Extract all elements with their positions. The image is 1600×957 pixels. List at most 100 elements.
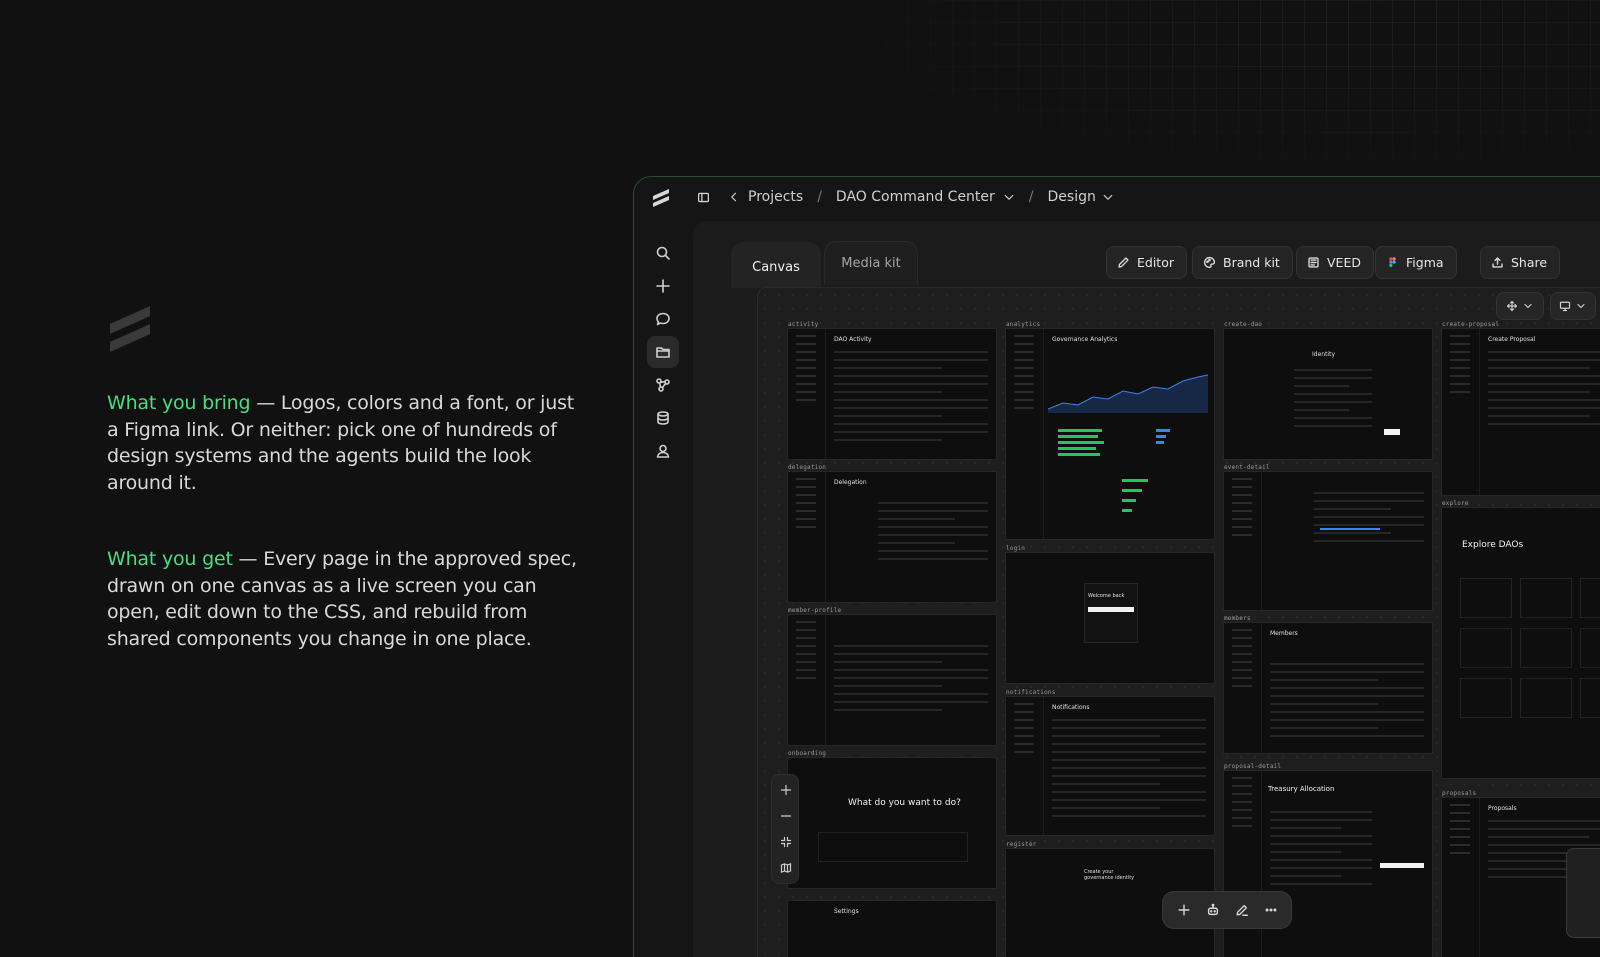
frame-create-dao[interactable]: Identity: [1223, 328, 1433, 460]
chevron-left-icon[interactable]: [728, 191, 740, 203]
frame-label: create-dao: [1224, 321, 1263, 328]
frame-activity[interactable]: DAO Activity: [787, 328, 997, 460]
breadcrumb-project-label: DAO Command Center: [835, 189, 995, 205]
move-icon: [1506, 300, 1518, 312]
app-logo-icon[interactable]: [650, 187, 672, 209]
plus-icon: [780, 784, 792, 796]
rail-database-button[interactable]: [647, 402, 679, 434]
breadcrumb-projects[interactable]: Projects: [748, 189, 803, 205]
upload-icon: [1492, 257, 1503, 268]
minimap[interactable]: [1566, 848, 1600, 938]
draw-icon[interactable]: [1235, 903, 1249, 917]
frame-label: create-proposal: [1442, 321, 1500, 328]
robot-icon[interactable]: [1206, 903, 1220, 917]
frame-title: Notifications: [1052, 704, 1090, 711]
chat-bubble-icon: [656, 312, 670, 326]
decorative-grid: [820, 0, 1600, 180]
plus-icon[interactable]: [1177, 903, 1191, 917]
frame-title: Members: [1270, 630, 1298, 637]
chevron-down-icon: [1103, 194, 1113, 200]
frame-title: Governance Analytics: [1052, 336, 1118, 343]
what-you-get-heading: What you get: [107, 548, 233, 570]
chevron-down-icon: [1004, 194, 1014, 200]
frame-label: delegation: [788, 464, 827, 471]
folder-icon: [656, 347, 670, 358]
tab-media-kit[interactable]: Media kit: [824, 241, 918, 285]
frame-explore[interactable]: Explore DAOs: [1441, 507, 1600, 779]
frame-title: Treasury Allocation: [1268, 785, 1335, 793]
sidebar-toggle-icon[interactable]: [697, 191, 710, 204]
pan-tool-button[interactable]: [1496, 292, 1544, 320]
frame-label: notifications: [1006, 689, 1056, 696]
frame-title: Create Proposal: [1488, 336, 1536, 343]
frame-onboarding[interactable]: What do you want to do?: [787, 757, 997, 889]
minus-icon: [780, 815, 792, 817]
plus-icon: [656, 279, 670, 293]
collapse-icon: [780, 836, 792, 848]
frame-label: activity: [788, 321, 819, 328]
fit-view-button[interactable]: [772, 831, 800, 853]
breadcrumb-project[interactable]: DAO Command Center: [836, 189, 1015, 205]
breadcrumb-separator: /: [1028, 189, 1034, 205]
device-preview-button[interactable]: [1550, 292, 1596, 320]
editor-button[interactable]: Editor: [1106, 246, 1187, 279]
breadcrumb: Projects / DAO Command Center / Design: [694, 177, 1600, 217]
frame-title: DAO Activity: [834, 336, 872, 343]
frame-login[interactable]: Welcome back: [1005, 552, 1215, 684]
editor-button-label: Editor: [1137, 255, 1174, 270]
share-button-label: Share: [1511, 255, 1548, 270]
frame-label: explore: [1442, 500, 1469, 507]
breadcrumb-section[interactable]: Design: [1048, 189, 1114, 205]
veed-button[interactable]: VEED: [1296, 246, 1374, 279]
canvas-dock: [1162, 891, 1292, 929]
what-you-bring-paragraph: What you bring — Logos, colors and a fon…: [107, 390, 577, 496]
frame-label: login: [1006, 545, 1026, 552]
veed-icon: [1308, 257, 1319, 268]
breadcrumb-separator: /: [817, 189, 822, 205]
tab-canvas[interactable]: Canvas: [731, 242, 821, 288]
what-you-bring-heading: What you bring: [107, 392, 251, 414]
monitor-icon: [1559, 301, 1571, 312]
more-icon[interactable]: [1264, 903, 1278, 917]
left-rail: [634, 177, 694, 957]
frame-title: Welcome back: [1088, 593, 1125, 599]
frame-create-proposal[interactable]: Create Proposal: [1441, 328, 1600, 496]
design-canvas[interactable]: activity DAO Activity delegation Delegat…: [757, 287, 1600, 957]
rail-profile-button[interactable]: [647, 435, 679, 467]
rail-files-button[interactable]: [647, 336, 679, 368]
frame-members[interactable]: Members: [1223, 622, 1433, 754]
breadcrumb-section-label: Design: [1047, 189, 1096, 205]
map-view-button[interactable]: [772, 857, 800, 879]
zoom-in-button[interactable]: [772, 779, 800, 801]
frame-label: proposals: [1442, 790, 1477, 797]
user-icon: [656, 444, 670, 458]
frame-member-profile[interactable]: [787, 614, 997, 746]
frame-label: analytics: [1006, 321, 1041, 328]
pencil-icon: [1118, 257, 1129, 268]
chevron-down-icon: [1577, 303, 1585, 309]
share-button[interactable]: Share: [1480, 246, 1561, 279]
rail-chat-button[interactable]: [647, 303, 679, 335]
figma-button[interactable]: Figma: [1375, 246, 1457, 279]
figma-icon: [1389, 257, 1396, 267]
rail-search-button[interactable]: [647, 237, 679, 269]
app-window: Projects / DAO Command Center / Design M…: [633, 176, 1600, 957]
brand-kit-button[interactable]: Brand kit: [1192, 246, 1293, 279]
frame-event-detail[interactable]: [1223, 471, 1433, 611]
frame-analytics[interactable]: Governance Analytics: [1005, 328, 1215, 540]
frame-title: Delegation: [834, 479, 867, 486]
frame-delegation[interactable]: Delegation: [787, 471, 997, 603]
what-you-get-paragraph: What you get — Every page in the approve…: [107, 546, 577, 652]
rail-new-button[interactable]: [647, 270, 679, 302]
frame-title: Identity: [1312, 351, 1335, 358]
veed-button-label: VEED: [1327, 255, 1361, 270]
frame-label: onboarding: [788, 750, 827, 757]
frame-label: proposal-detail: [1224, 763, 1282, 770]
zoom-out-button[interactable]: [772, 805, 800, 827]
frame-notifications[interactable]: Notifications: [1005, 696, 1215, 836]
frame-label: member-profile: [788, 607, 842, 614]
chevron-down-icon: [1524, 303, 1532, 309]
nodes-icon: [656, 378, 670, 392]
frame-settings[interactable]: Settings: [787, 900, 997, 957]
rail-graph-button[interactable]: [647, 369, 679, 401]
